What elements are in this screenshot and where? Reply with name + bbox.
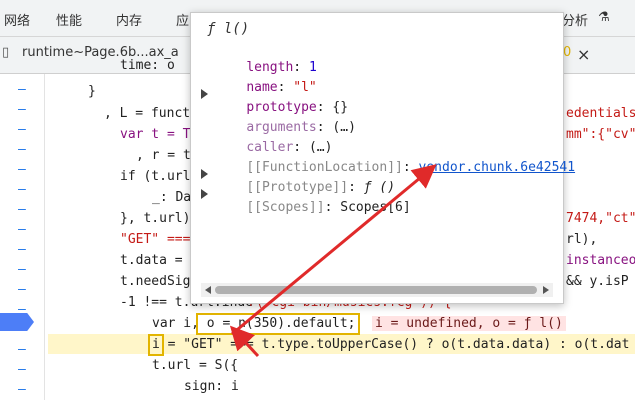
annotation-arrow-to-call [229, 325, 260, 358]
annotation-arrow-to-location [231, 164, 437, 336]
annotation-arrow-overlay [229, 164, 437, 358]
